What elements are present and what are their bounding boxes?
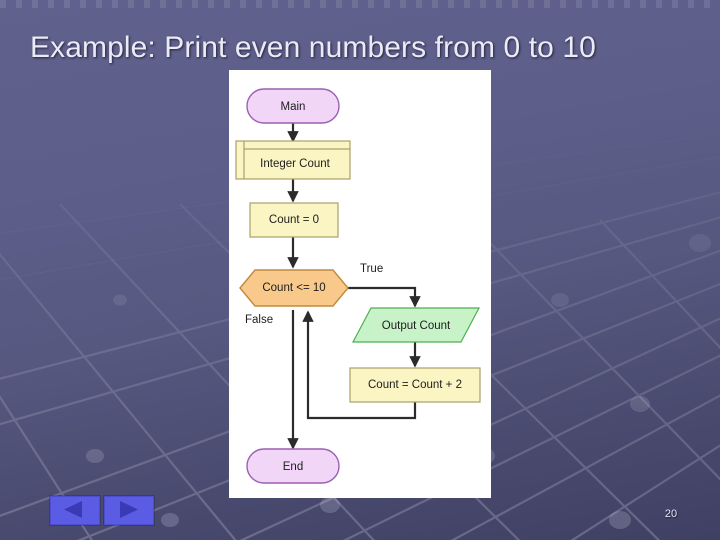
flow-node-increment-label: Count = Count + 2 [368, 379, 462, 391]
flow-node-output-label: Output Count [382, 320, 451, 332]
flow-node-declare-label: Integer Count [260, 158, 330, 170]
flow-node-end[interactable]: End [246, 448, 340, 484]
flow-node-init[interactable]: Count = 0 [249, 202, 339, 238]
flowchart-diagram: Main Integer Count Count = 0 Count <= 10 [235, 88, 481, 484]
flow-node-decision[interactable]: Count <= 10 [239, 269, 349, 307]
slide-title: Example: Print even numbers from 0 to 10 [30, 31, 596, 64]
triangle-left-icon [64, 501, 82, 518]
flow-node-declare[interactable]: Integer Count [235, 140, 351, 180]
flow-node-init-label: Count = 0 [269, 214, 319, 226]
edge-decision-to-output [348, 286, 421, 308]
next-slide-button[interactable] [104, 496, 154, 525]
presentation-slide: Example: Print even numbers from 0 to 10 [0, 0, 720, 540]
flowchart-panel: Main Integer Count Count = 0 Count <= 10 [229, 70, 491, 498]
flow-node-increment[interactable]: Count = Count + 2 [349, 367, 481, 403]
previous-slide-button[interactable] [50, 496, 100, 525]
triangle-right-icon [120, 501, 138, 518]
slide-page-number: 20 [664, 508, 678, 520]
flow-node-output[interactable]: Output Count [352, 307, 480, 343]
flow-node-end-label: End [283, 461, 303, 473]
top-dotted-border-decoration [0, 0, 720, 8]
branch-label-false: False [245, 314, 273, 326]
branch-label-true: True [360, 263, 383, 275]
flow-node-main[interactable]: Main [246, 88, 340, 124]
flow-node-decision-label: Count <= 10 [262, 282, 325, 294]
flow-node-main-label: Main [281, 101, 306, 113]
